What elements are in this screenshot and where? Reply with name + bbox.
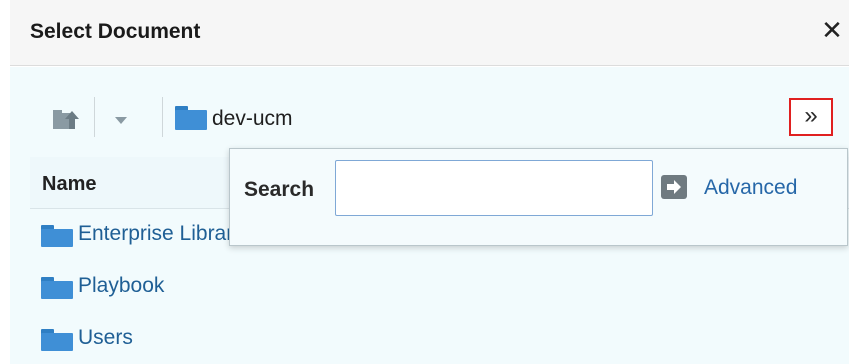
close-icon: ✕	[821, 15, 843, 45]
search-label: Search	[244, 178, 315, 201]
toolbar-separator	[162, 97, 163, 137]
row-label[interactable]: Users	[78, 326, 133, 350]
folder-icon	[41, 329, 73, 351]
folder-up-icon	[53, 110, 79, 129]
history-dropdown-button[interactable]	[110, 109, 132, 131]
close-button[interactable]: ✕	[819, 15, 845, 45]
arrow-right-icon	[661, 175, 687, 199]
search-go-button[interactable]	[660, 174, 688, 200]
search-input[interactable]	[335, 160, 653, 216]
folder-icon	[175, 106, 207, 130]
toolbar-separator	[94, 97, 95, 137]
toolbar: dev-ucm »	[10, 67, 849, 147]
table-row[interactable]: Users	[30, 313, 849, 364]
folder-icon	[41, 277, 73, 299]
advanced-search-link[interactable]: Advanced	[704, 176, 797, 200]
dialog-title: Select Document	[30, 20, 201, 43]
search-popup: Search Advanced	[229, 148, 848, 246]
row-label[interactable]: Playbook	[78, 274, 164, 298]
chevron-down-icon	[115, 117, 127, 124]
column-header-name[interactable]: Name	[42, 173, 96, 196]
folder-up-button[interactable]	[52, 107, 80, 131]
dialog-header: Select Document ✕	[10, 0, 849, 66]
breadcrumb[interactable]: dev-ucm	[212, 107, 293, 131]
table-row[interactable]: Playbook	[30, 261, 849, 313]
overflow-button[interactable]: »	[789, 98, 833, 136]
breadcrumb-folder[interactable]	[174, 105, 212, 133]
folder-icon	[41, 225, 73, 247]
